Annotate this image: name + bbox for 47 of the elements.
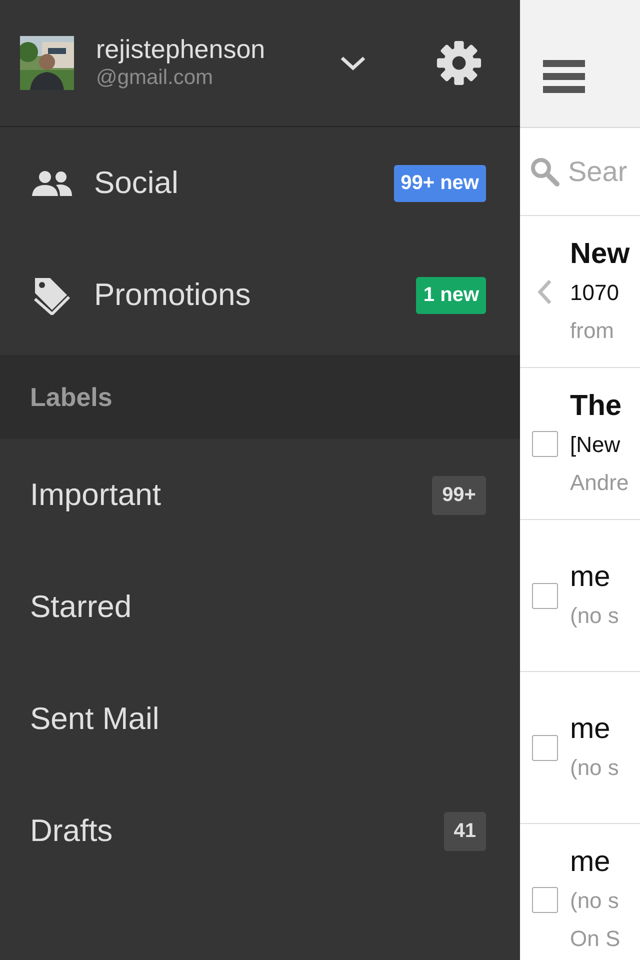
label-name: Important [30, 477, 162, 513]
email-snippet: On S [570, 924, 620, 952]
email-row[interactable]: New 1070 from [520, 216, 640, 368]
checkbox[interactable] [532, 886, 558, 912]
search-icon [530, 156, 560, 186]
checkbox[interactable] [532, 734, 558, 760]
account-email: @gmail.com [96, 65, 214, 91]
sender-name: me [570, 712, 612, 746]
email-row[interactable]: The [New Andre [520, 368, 640, 520]
section-title: Labels [30, 382, 112, 412]
email-snippet: Andre [570, 468, 629, 496]
sender-name: me [570, 844, 612, 880]
category-item[interactable]: Social 99+ new [0, 127, 520, 239]
chevron-left-icon[interactable] [537, 278, 553, 304]
label-name: Sent Mail [30, 701, 160, 737]
chevron-down-icon[interactable] [340, 55, 366, 71]
email-subject: (no s [570, 754, 619, 782]
menu-icon[interactable] [543, 60, 585, 94]
label-name: Starred [30, 589, 133, 625]
email-subject: [New [570, 430, 622, 459]
email-subject: (no s [570, 602, 619, 630]
label-item[interactable]: Important 99+ [0, 439, 520, 551]
checkbox[interactable] [532, 582, 558, 608]
new-count-badge: 1 new [416, 276, 486, 314]
label-item[interactable]: Starred [0, 551, 520, 663]
sender-name: New [570, 236, 630, 272]
email-row[interactable]: me (no s [520, 672, 640, 824]
category-label: Social [94, 165, 180, 201]
label-name: Drafts [30, 813, 114, 849]
new-count-badge: 99+ new [394, 164, 486, 202]
category-item[interactable]: Promotions 1 new [0, 239, 520, 351]
checkbox[interactable] [532, 430, 558, 456]
sender-name: me [570, 560, 612, 594]
email-subject: (no s [570, 886, 620, 914]
label-item[interactable]: Sent Mail [0, 663, 520, 775]
count-badge: 41 [444, 812, 486, 850]
count-badge: 99+ [432, 476, 486, 514]
settings-icon[interactable] [436, 40, 482, 86]
email-snippet: from [570, 316, 615, 344]
tag-icon [32, 275, 72, 315]
account-name: rejistephenson [96, 34, 266, 64]
sender-name: The [570, 388, 623, 424]
label-item[interactable]: Drafts 41 [0, 775, 520, 887]
email-row[interactable]: me (no s On S [520, 824, 640, 960]
email-row[interactable]: me (no s [520, 520, 640, 672]
category-label: Promotions [94, 277, 252, 313]
email-subject: 1070 [570, 278, 620, 306]
